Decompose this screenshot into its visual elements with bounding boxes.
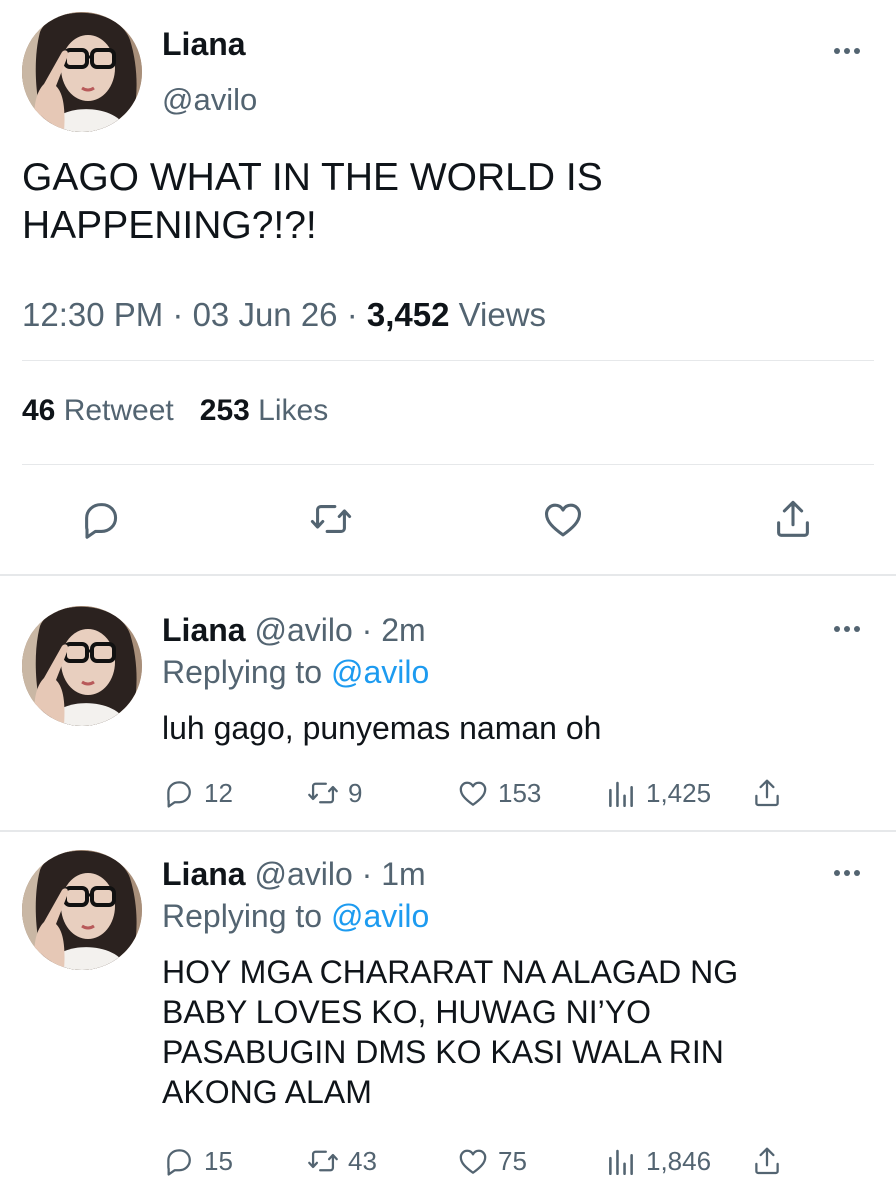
views-icon (604, 776, 638, 810)
more-options-icon[interactable] (834, 48, 860, 54)
retweet-icon (306, 776, 340, 810)
views-icon (604, 1144, 638, 1178)
reply-author-name[interactable]: Liana (162, 612, 246, 648)
replying-to: Replying to @avilo (162, 654, 429, 691)
avatar[interactable] (22, 850, 142, 970)
retweet-count: 43 (348, 1145, 377, 1176)
share-icon (750, 776, 784, 810)
reply-header: Liana @avilo · 2m (162, 612, 426, 649)
like-icon[interactable] (540, 496, 586, 542)
reply-time: · 1m (352, 856, 426, 892)
like-button[interactable]: 153 (456, 776, 541, 810)
replying-label: Replying to (162, 898, 331, 934)
tweet-text: GAGO WHAT IN THE WORLD IS HAPPENING?!?! (22, 156, 603, 247)
retweets-count: 46 (22, 394, 56, 427)
avatar[interactable] (22, 606, 142, 726)
share-icon[interactable] (770, 496, 816, 542)
reply-count: 12 (204, 777, 233, 808)
share-button[interactable] (750, 1144, 784, 1178)
reply-count: 15 (204, 1145, 233, 1176)
reply-author-handle[interactable]: @avilo (254, 856, 352, 892)
reply-button[interactable]: 15 (162, 1144, 233, 1178)
likes-stat[interactable]: 253 Likes (200, 394, 328, 427)
divider (22, 360, 874, 361)
share-button[interactable] (750, 776, 784, 810)
replying-to: Replying to @avilo (162, 898, 429, 935)
reply-text: HOY MGA CHARARAT NA ALAGAD NG BABY LOVES… (162, 954, 739, 1110)
comment-icon (162, 776, 196, 810)
views-button[interactable]: 1,425 (604, 776, 711, 810)
views-count: 3,452 (366, 296, 450, 333)
retweets-stat[interactable]: 46 Retweet (22, 394, 174, 427)
section-divider (0, 574, 896, 576)
retweet-count: 9 (348, 777, 363, 808)
comment-icon[interactable] (78, 496, 124, 542)
retweets-label: Retweet (55, 394, 174, 427)
more-options-icon[interactable] (834, 870, 860, 876)
engagement-stats: 46 Retweet 253 Likes (22, 394, 328, 428)
reply-author-handle[interactable]: @avilo (254, 612, 352, 648)
avatar[interactable] (22, 12, 142, 132)
retweet-icon (306, 1144, 340, 1178)
like-button[interactable]: 75 (456, 1144, 527, 1178)
views-count: 1,846 (646, 1145, 712, 1176)
like-count: 153 (498, 777, 542, 808)
share-icon (750, 1144, 784, 1178)
reply-button[interactable]: 12 (162, 776, 233, 810)
views-label: Views (449, 296, 547, 333)
views-button[interactable]: 1,846 (604, 1144, 711, 1178)
author-name[interactable]: Liana (162, 26, 246, 63)
section-divider (0, 830, 896, 832)
reply-header: Liana @avilo · 1m (162, 856, 426, 893)
replying-to-link[interactable]: @avilo (331, 898, 429, 934)
replying-label: Replying to (162, 654, 331, 690)
retweet-button[interactable]: 9 (306, 776, 362, 810)
reply-text: luh gago, punyemas naman oh (162, 710, 602, 746)
like-icon (456, 1144, 490, 1178)
tweet-meta: 12:30 PM · 03 Jun 26 · 3,452 Views (22, 296, 546, 334)
likes-label: Likes (249, 394, 329, 427)
more-options-icon[interactable] (834, 626, 860, 632)
replying-to-link[interactable]: @avilo (331, 654, 429, 690)
tweet-time: 12:30 PM · 03 Jun 26 · (22, 296, 367, 333)
views-count: 1,425 (646, 777, 712, 808)
likes-count: 253 (199, 394, 250, 427)
retweet-button[interactable]: 43 (306, 1144, 377, 1178)
like-icon (456, 776, 490, 810)
reply-time: · 2m (352, 612, 426, 648)
author-handle[interactable]: @avilo (162, 82, 257, 118)
retweet-icon[interactable] (308, 496, 354, 542)
like-count: 75 (498, 1145, 527, 1176)
comment-icon (162, 1144, 196, 1178)
divider (22, 464, 874, 465)
reply-author-name[interactable]: Liana (162, 856, 246, 892)
